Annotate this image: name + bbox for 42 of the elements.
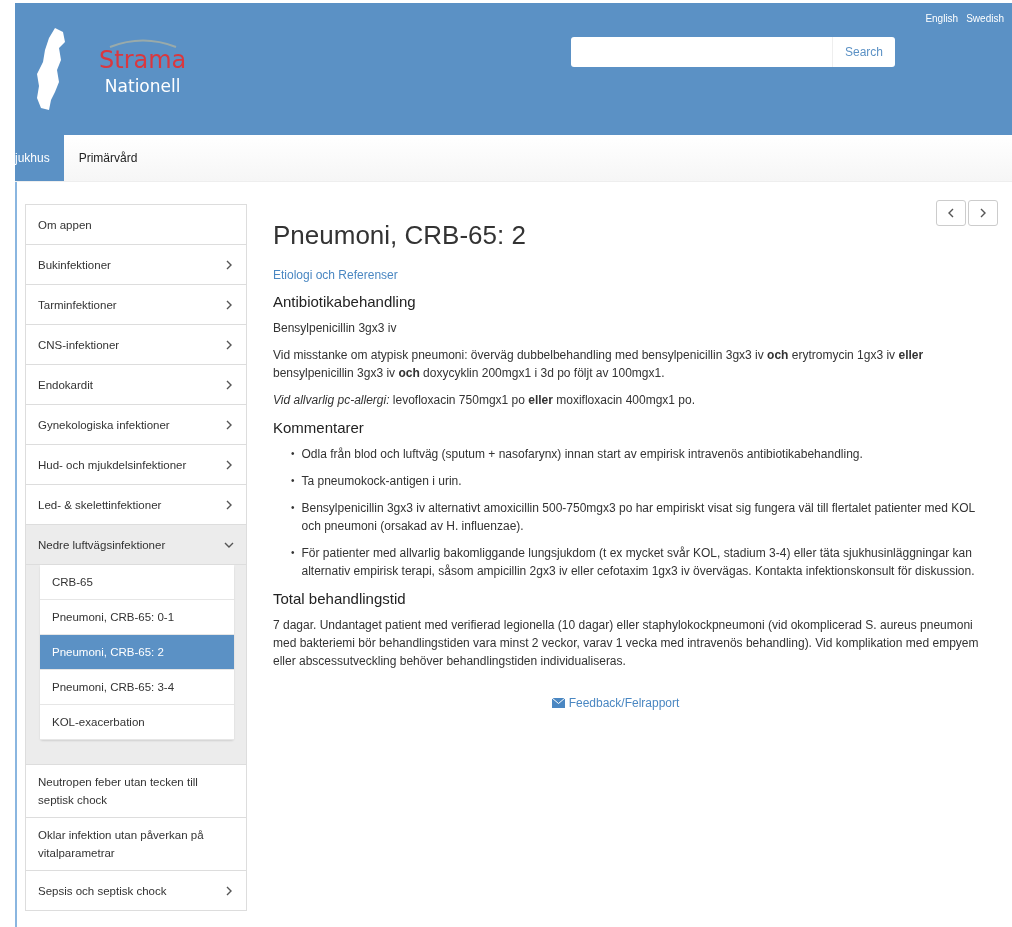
- bullet: •: [291, 501, 295, 515]
- arc-icon: [107, 38, 178, 48]
- references-link[interactable]: Etiologi och Referenser: [273, 268, 398, 282]
- submenu-item[interactable]: Pneumoni, CRB-65: 3-4: [40, 670, 234, 705]
- logo-subtitle: Nationell: [104, 76, 181, 96]
- section-heading: Antibiotikabehandling: [273, 293, 417, 310]
- paragraph: Bensylpenicillin 3gx3 iv: [273, 320, 398, 337]
- section-heading: Total behandlingstid: [273, 590, 407, 607]
- paragraph: Vid misstanke om atypisk pneumoni: överväg dubbelbehandling med bensylpenicillin 3gx3 iv och erytromycin 1gx3 iv eller bensylpenicillin 3gx3 iv och doxycyklin 200mgx1 i 3d po följt av 100mgx1.: [273, 347, 925, 382]
- chevron-right-icon: [224, 419, 234, 430]
- section-heading: Kommentarer: [273, 419, 365, 436]
- page-title: Pneumoni, CRB-65: 2: [273, 220, 527, 251]
- chevron-right-icon: [224, 299, 234, 310]
- sidebar-item[interactable]: Nedre luftvägsinfektioner: [26, 525, 246, 565]
- list-item: Bensylpenicillin 3gx3 iv alternativt amoxicillin 500-750mgx3 po har empiriskt visat sig fungera väl till flertalet patienter med KOL och pneumoni (orsakad av H. influenzae).: [301, 500, 976, 535]
- chevron-left-icon: [946, 208, 956, 218]
- submenu-item[interactable]: Pneumoni, CRB-65: 0-1: [40, 600, 234, 635]
- chevron-right-icon: [978, 208, 988, 218]
- submenu-item[interactable]: KOL-exacerbation: [40, 705, 234, 740]
- list-item: Odla från blod och luftväg (sputum + nasofarynx) innan start av empirisk intravenös antibiotikabehandling.: [301, 446, 863, 463]
- next-button[interactable]: [968, 200, 998, 226]
- list-item: Ta pneumokock-antigen i urin.: [301, 473, 462, 490]
- chevron-right-icon: [224, 499, 234, 510]
- feedback-link[interactable]: Feedback/Felrapport: [551, 696, 680, 710]
- paragraph: 7 dagar. Undantaget patient med verifierad legionella (10 dagar) eller staphylokockpneumoni (vid okomplicerad S. aureus pneumoni med bakteriemi bör behandlingstiden vara minst 2 veckor, varav 1 vecka med intravenös behandling). Vid komplikation med empyem eller abscessutveckling behöver behandlingstiden individualiseras.: [273, 617, 980, 670]
- bullet: •: [291, 474, 295, 488]
- chevron-right-icon: [224, 259, 234, 270]
- chevron-right-icon: [224, 379, 234, 390]
- list-item: För patienter med allvarlig bakomliggande lungsjukdom (t ex mycket svår KOL, stadium 3-4) eller täta sjukhusinläggningar kan alternativ empirisk terapi, såsom ampicillin 2gx3 iv eller cefotaxim 1gx3 iv övervägas. Kontakta infektionskonsult för diskussion.: [301, 545, 976, 580]
- envelope-icon: [551, 698, 565, 708]
- search-button[interactable]: Search: [831, 37, 895, 67]
- logo-name: Strama: [99, 48, 187, 72]
- chevron-right-icon: [224, 885, 234, 896]
- bullet: •: [291, 546, 295, 560]
- chevron-right-icon: [224, 459, 234, 470]
- paragraph: Vid allvarlig pc-allergi: levofloxacin 750mgx1 po eller moxifloxacin 400mgx1 po.: [273, 392, 696, 409]
- nav-tab[interactable]: Primärvård: [63, 135, 153, 181]
- search-field[interactable]: [571, 37, 832, 67]
- submenu-item[interactable]: CRB-65: [40, 565, 234, 600]
- bullet: •: [291, 447, 295, 461]
- chevron-right-icon: [224, 339, 234, 350]
- previous-button[interactable]: [936, 200, 966, 226]
